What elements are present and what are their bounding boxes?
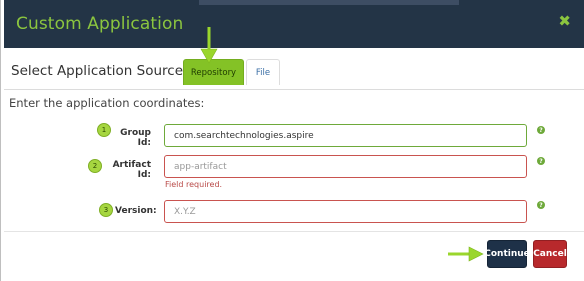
dialog-title: Custom Application xyxy=(16,14,184,34)
continue-button[interactable]: Continue xyxy=(484,240,530,268)
group-id-input[interactable]: com.searchtechnologies.aspire xyxy=(164,124,527,147)
cancel-button[interactable]: Cancel xyxy=(533,240,567,268)
tab-file[interactable]: File xyxy=(246,59,280,85)
dialog-header: Custom Application ✖ xyxy=(4,0,584,48)
footer-divider xyxy=(4,231,584,232)
artifact-id-label: Artifact Id: xyxy=(112,160,151,180)
right-arrow-icon xyxy=(448,246,484,262)
artifact-id-error: Field required. xyxy=(165,180,223,189)
instructions-text: Enter the application coordinates: xyxy=(9,96,205,110)
artifact-id-help-icon[interactable]: ? xyxy=(537,157,545,165)
step-2-badge: 2 xyxy=(88,159,102,173)
version-input[interactable]: X.Y.Z xyxy=(164,200,527,223)
version-label: Version: xyxy=(115,206,157,216)
tab-repository[interactable]: Repository xyxy=(183,59,244,85)
header-decoration xyxy=(199,0,459,5)
version-help-icon[interactable]: ? xyxy=(537,201,545,209)
close-icon[interactable]: ✖ xyxy=(558,12,571,30)
step-1-badge: 1 xyxy=(97,123,111,137)
group-id-label: Group Id: xyxy=(120,128,151,148)
step-3-badge: 3 xyxy=(99,203,113,217)
source-label: Select Application Source: xyxy=(11,63,188,79)
source-selector: Select Application Source: Repository Fi… xyxy=(4,48,584,90)
dialog-window: Custom Application ✖ Select Application … xyxy=(0,0,584,281)
artifact-id-input[interactable]: app-artifact xyxy=(164,155,527,178)
group-id-help-icon[interactable]: ? xyxy=(537,126,545,134)
